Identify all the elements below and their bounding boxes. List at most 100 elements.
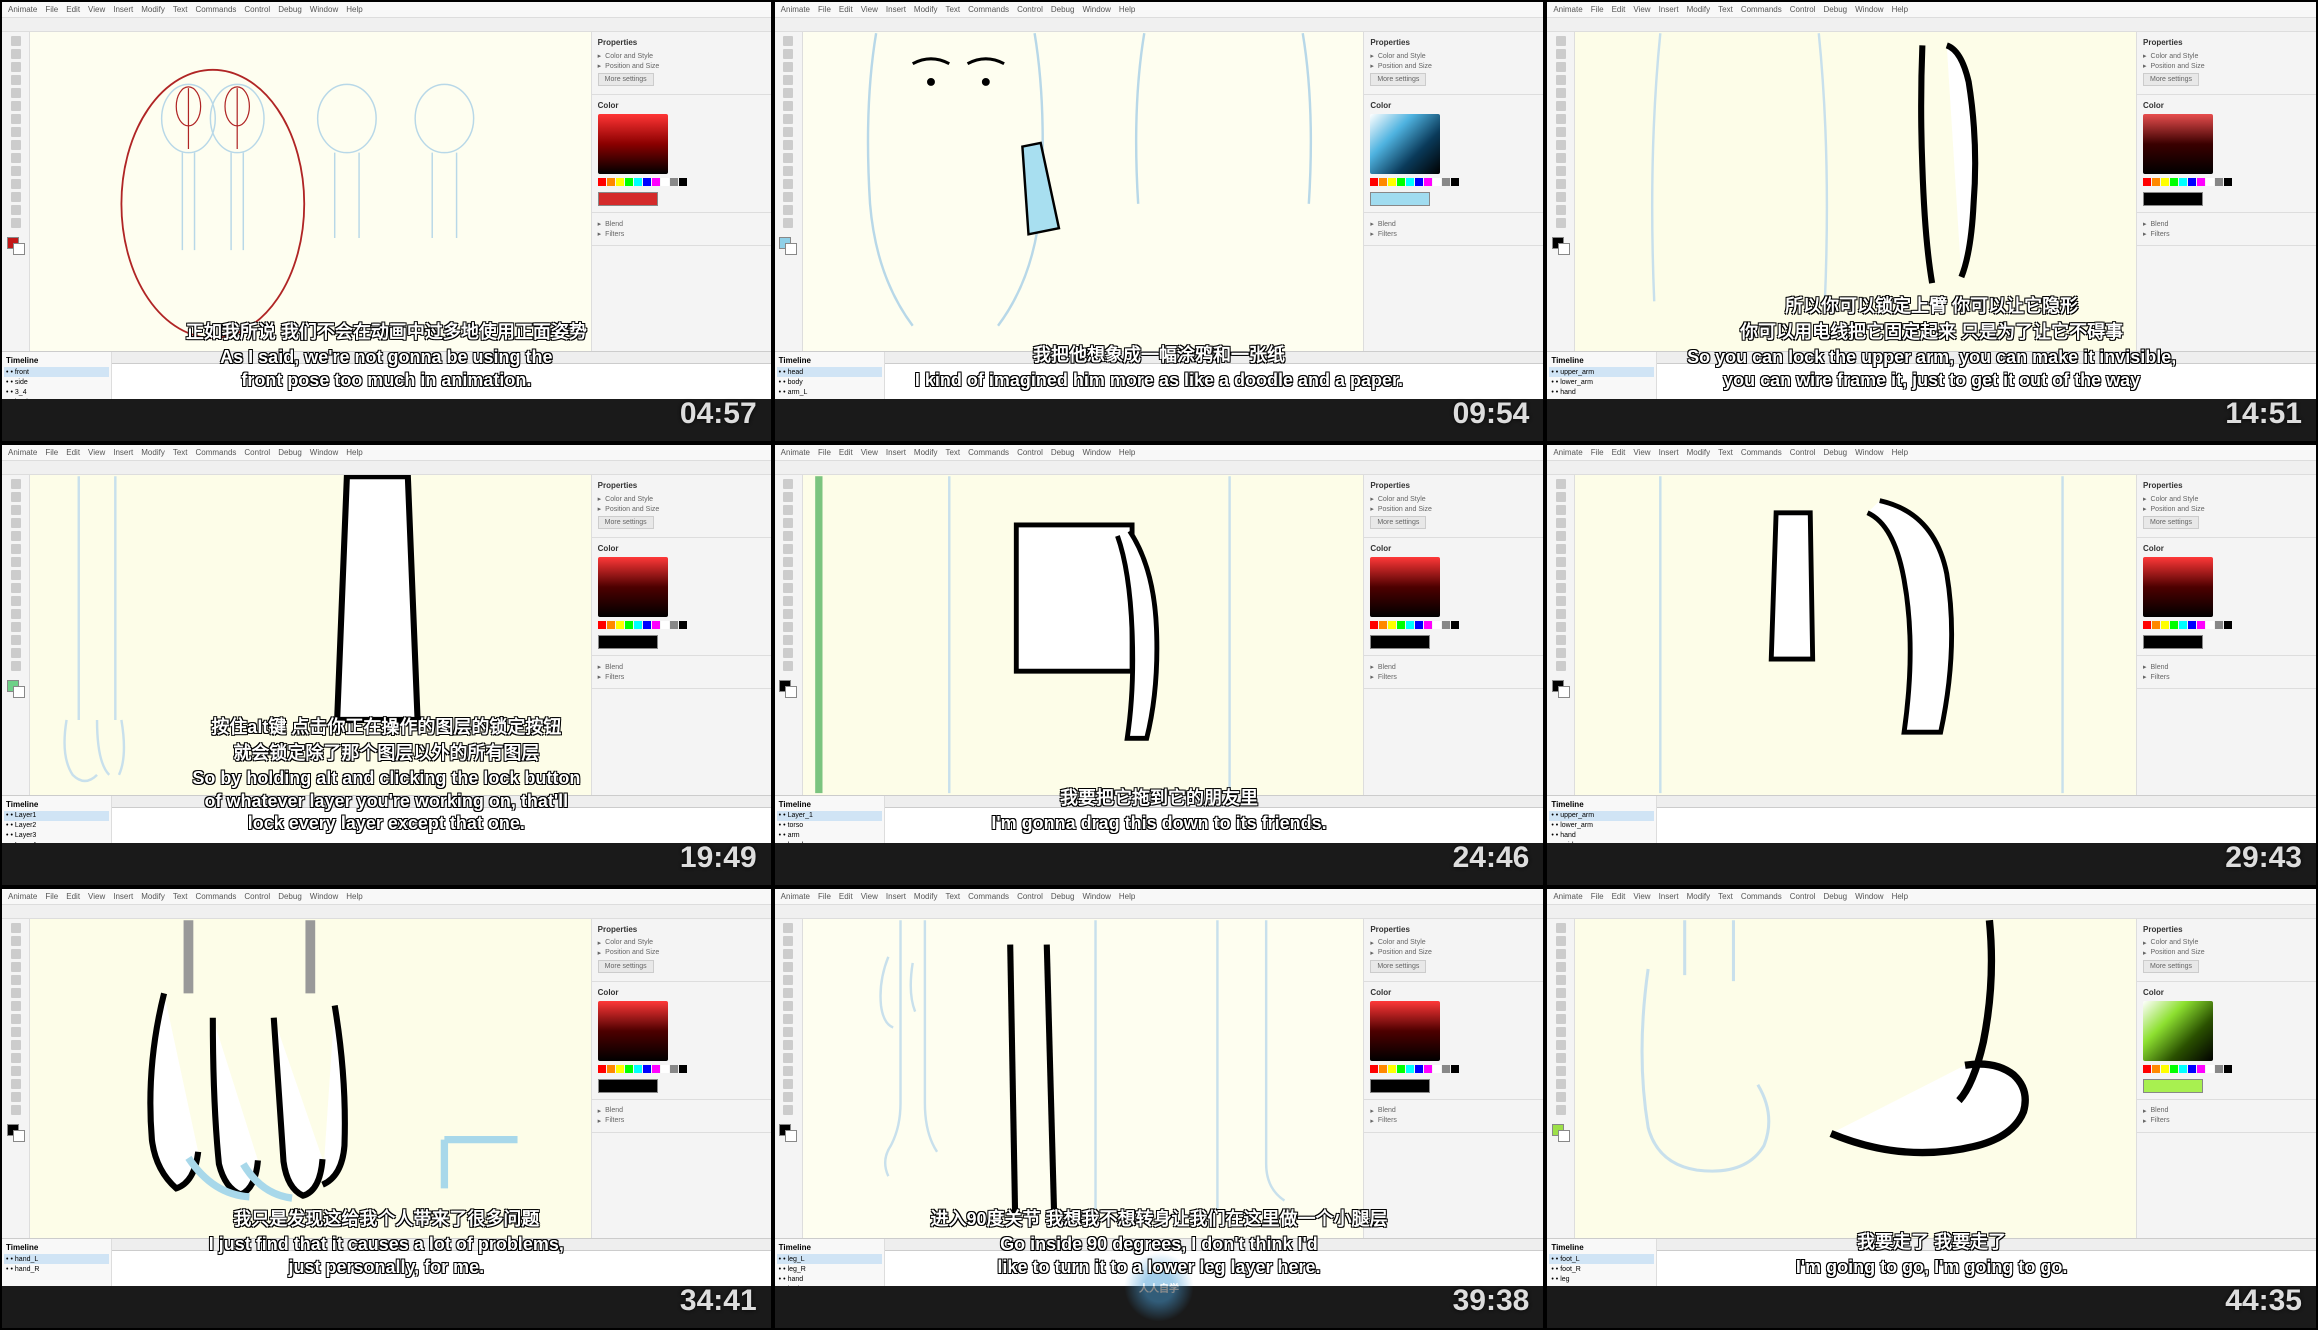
eye-icon[interactable]: • <box>1551 822 1553 829</box>
menu-control[interactable]: Control <box>1790 892 1816 901</box>
menu-help[interactable]: Help <box>346 5 362 14</box>
swatch[interactable] <box>2179 1065 2187 1073</box>
menu-debug[interactable]: Debug <box>1824 448 1848 457</box>
section-filters[interactable]: ▸Filters <box>1370 229 1537 239</box>
swatch[interactable] <box>607 1065 615 1073</box>
section-position[interactable]: ▸Position and Size <box>598 504 765 514</box>
pencil-tool[interactable] <box>11 583 21 593</box>
swatch[interactable] <box>652 1065 660 1073</box>
menu-control[interactable]: Control <box>1017 892 1043 901</box>
section-filters[interactable]: ▸Filters <box>2143 672 2310 682</box>
color-swatch-tool[interactable] <box>7 680 25 698</box>
eyedropper-tool[interactable] <box>1556 179 1566 189</box>
menu-view[interactable]: View <box>1633 448 1650 457</box>
rect-tool[interactable] <box>783 570 793 580</box>
lasso-tool[interactable] <box>783 962 793 972</box>
swatch[interactable] <box>2206 621 2214 629</box>
menu-control[interactable]: Control <box>244 5 270 14</box>
swatch[interactable] <box>2152 621 2160 629</box>
bucket-tool[interactable] <box>783 166 793 176</box>
lock-icon[interactable]: • <box>10 822 12 829</box>
menu-window[interactable]: Window <box>1855 5 1883 14</box>
pencil-tool[interactable] <box>783 583 793 593</box>
swatch[interactable] <box>2170 178 2178 186</box>
menu-text[interactable]: Text <box>1718 5 1733 14</box>
layer-row[interactable]: ••lower_arm <box>1549 821 1654 831</box>
menu-text[interactable]: Text <box>945 892 960 901</box>
eyedropper-tool[interactable] <box>783 179 793 189</box>
color-picker[interactable] <box>1370 1001 1440 1061</box>
lock-icon[interactable]: • <box>1556 369 1558 376</box>
swatch[interactable] <box>2179 621 2187 629</box>
transform-tool[interactable] <box>1556 505 1566 515</box>
pencil-tool[interactable] <box>783 1027 793 1037</box>
line-tool[interactable] <box>783 1001 793 1011</box>
brush-tool[interactable] <box>11 153 21 163</box>
eyedropper-tool[interactable] <box>11 1066 21 1076</box>
stage-canvas[interactable] <box>803 919 1364 1238</box>
lock-icon[interactable]: • <box>10 1256 12 1263</box>
zoom-tool[interactable] <box>11 218 21 228</box>
section-position[interactable]: ▸Position and Size <box>1370 504 1537 514</box>
swatch[interactable] <box>643 1065 651 1073</box>
layer-row[interactable]: ••upper_arm <box>1549 811 1654 821</box>
fill-color[interactable] <box>785 243 797 255</box>
menu-view[interactable]: View <box>88 5 105 14</box>
color-swatch-tool[interactable] <box>1552 237 1570 255</box>
menu-commands[interactable]: Commands <box>1741 892 1782 901</box>
eraser-tool[interactable] <box>783 635 793 645</box>
menu-insert[interactable]: Insert <box>1659 892 1679 901</box>
current-color-bar[interactable] <box>1370 635 1430 649</box>
swatch[interactable] <box>670 621 678 629</box>
menu-debug[interactable]: Debug <box>1824 892 1848 901</box>
menu-insert[interactable]: Insert <box>1659 5 1679 14</box>
menu-insert[interactable]: Insert <box>886 448 906 457</box>
eraser-tool[interactable] <box>783 192 793 202</box>
eye-icon[interactable]: • <box>779 822 781 829</box>
menu-insert[interactable]: Insert <box>113 448 133 457</box>
hand-tool[interactable] <box>783 1092 793 1102</box>
menu-insert[interactable]: Insert <box>113 5 133 14</box>
section-color-style[interactable]: ▸Color and Style <box>2143 938 2310 948</box>
bucket-tool[interactable] <box>1556 166 1566 176</box>
eyedropper-tool[interactable] <box>783 622 793 632</box>
color-swatch-tool[interactable] <box>779 680 797 698</box>
swatch[interactable] <box>1433 178 1441 186</box>
section-blend[interactable]: ▸Blend <box>598 219 765 229</box>
transform-tool[interactable] <box>783 62 793 72</box>
line-tool[interactable] <box>11 1001 21 1011</box>
pen-tool[interactable] <box>11 88 21 98</box>
transform-tool[interactable] <box>11 62 21 72</box>
menu-file[interactable]: File <box>1591 892 1604 901</box>
brush-tool[interactable] <box>11 596 21 606</box>
section-position[interactable]: ▸Position and Size <box>2143 61 2310 71</box>
text-tool[interactable] <box>783 988 793 998</box>
swatch[interactable] <box>1415 178 1423 186</box>
swatch[interactable] <box>1370 1065 1378 1073</box>
section-blend[interactable]: ▸Blend <box>598 1106 765 1116</box>
color-picker[interactable] <box>598 114 668 174</box>
swatch[interactable] <box>1406 178 1414 186</box>
stage-canvas[interactable] <box>30 32 591 351</box>
text-tool[interactable] <box>11 101 21 111</box>
swatch[interactable] <box>1379 1065 1387 1073</box>
eye-icon[interactable]: • <box>1551 1266 1553 1273</box>
swatch[interactable] <box>607 178 615 186</box>
eye-icon[interactable]: • <box>1551 389 1553 396</box>
color-picker[interactable] <box>1370 557 1440 617</box>
hand-tool[interactable] <box>1556 648 1566 658</box>
text-tool[interactable] <box>11 544 21 554</box>
lasso-tool[interactable] <box>783 518 793 528</box>
text-tool[interactable] <box>783 544 793 554</box>
selection-tool[interactable] <box>1556 479 1566 489</box>
swatch[interactable] <box>616 1065 624 1073</box>
lasso-tool[interactable] <box>11 75 21 85</box>
swatch[interactable] <box>1397 1065 1405 1073</box>
line-tool[interactable] <box>783 557 793 567</box>
color-picker[interactable] <box>598 1001 668 1061</box>
pen-tool[interactable] <box>783 531 793 541</box>
swatch[interactable] <box>2224 178 2232 186</box>
text-tool[interactable] <box>783 101 793 111</box>
layer-row[interactable]: ••hand <box>1549 831 1654 841</box>
lock-icon[interactable]: • <box>783 832 785 839</box>
